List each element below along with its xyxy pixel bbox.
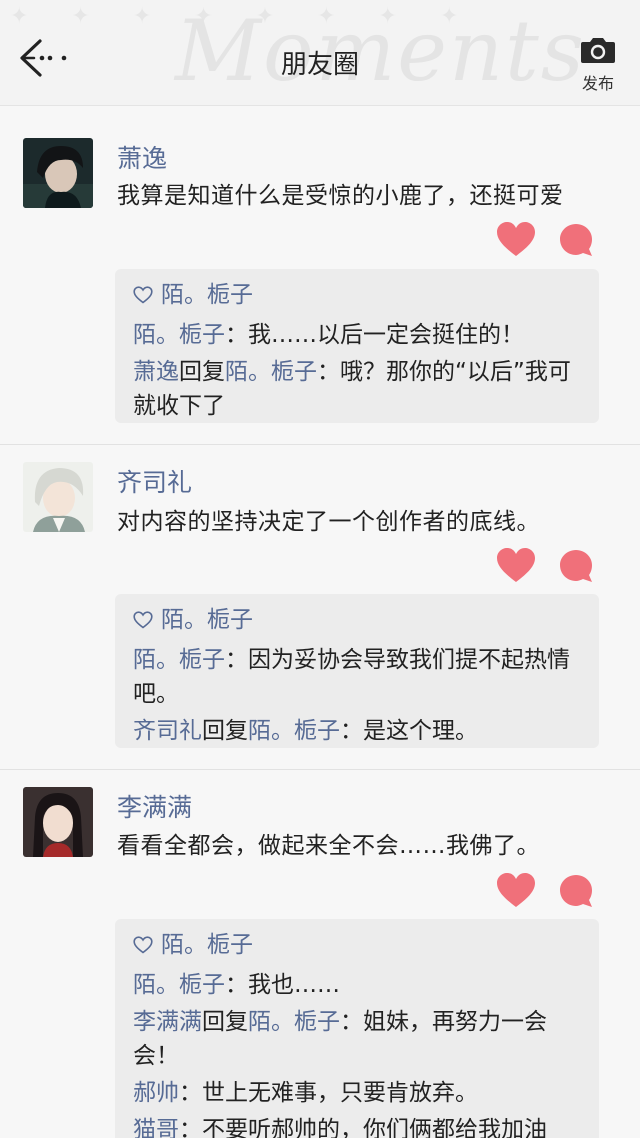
comment-item[interactable]: 萧逸回复陌。栀子：哦？那你的“以后”我可就收下了 (133, 355, 581, 423)
post-actions (496, 548, 606, 588)
comment-author[interactable]: 陌。栀子 (133, 322, 225, 348)
comment-item[interactable]: 陌。栀子：我也…… (133, 968, 581, 1002)
reply-word: 回复 (179, 359, 225, 385)
avatar[interactable] (23, 462, 93, 532)
post-content: 对内容的坚持决定了一个创作者的底线。 (117, 509, 540, 535)
comment-author[interactable]: 齐司礼 (133, 718, 202, 744)
comment-section: 陌。栀子 陌。栀子：我也…… 李满满回复陌。栀子：姐妹，再努力一会会！ 郝帅：世… (115, 919, 599, 1138)
top-bar: ✦ ✦ ✦ ✦ ✦ ✦ ✦ ✦ Moments 朋友圈 发布 (0, 0, 640, 106)
moment-post: 萧逸 我算是知道什么是受惊的小鹿了，还挺可爱 陌。栀子 陌。栀子：我……以后一定… (0, 107, 640, 445)
like-button[interactable] (496, 222, 536, 258)
comment-item[interactable]: 郝帅：世上无难事，只要肯放弃。 (133, 1076, 581, 1110)
post-actions (496, 222, 606, 262)
avatar[interactable] (23, 787, 93, 857)
comment-text: ：世上无难事，只要肯放弃。 (179, 1080, 478, 1106)
comment-item[interactable]: 陌。栀子：我……以后一定会挺住的！ (133, 318, 581, 352)
like-button[interactable] (496, 873, 536, 909)
liker-name[interactable]: 陌。栀子 (161, 932, 253, 958)
comment-author[interactable]: 陌。栀子 (133, 647, 225, 673)
comment-item[interactable]: 猫哥：不要听郝帅的，你们俩都给我加油 (133, 1113, 581, 1138)
likes-row: 陌。栀子 (133, 275, 581, 315)
moment-post: 李满满 看看全都会，做起来全不会……我佛了。 陌。栀子 陌。栀子：我也…… 李满… (0, 771, 640, 1138)
comment-author[interactable]: 萧逸 (133, 359, 179, 385)
comment-button[interactable] (558, 548, 594, 584)
reply-word: 回复 (202, 718, 248, 744)
post-content: 我算是知道什么是受惊的小鹿了，还挺可爱 (117, 183, 564, 209)
reply-target[interactable]: 陌。栀子 (248, 1009, 340, 1035)
comment-author[interactable]: 郝帅 (133, 1080, 179, 1106)
heart-outline-icon (133, 286, 153, 304)
liker-name[interactable]: 陌。栀子 (161, 607, 253, 633)
reply-word: 回复 (202, 1009, 248, 1035)
heart-outline-icon (133, 611, 153, 629)
comment-button[interactable] (558, 873, 594, 909)
reply-target[interactable]: 陌。栀子 (225, 359, 317, 385)
comment-text: ：是这个理。 (340, 718, 478, 744)
post-actions (496, 873, 606, 913)
camera-icon (581, 38, 615, 63)
post-author[interactable]: 李满满 (117, 788, 192, 824)
page-title: 朋友圈 (280, 50, 359, 80)
post-author[interactable]: 萧逸 (117, 139, 167, 175)
like-button[interactable] (496, 548, 536, 584)
comment-button[interactable] (558, 222, 594, 258)
comment-text: ：我……以后一定会挺住的！ (225, 322, 524, 348)
comment-section: 陌。栀子 陌。栀子：因为妥协会导致我们提不起热情吧。 齐司礼回复陌。栀子：是这个… (115, 594, 599, 748)
avatar-image-limanman (23, 787, 93, 857)
comment-item[interactable]: 齐司礼回复陌。栀子：是这个理。 (133, 714, 581, 748)
avatar-image-xiaoyi (23, 138, 93, 208)
avatar[interactable] (23, 138, 93, 208)
comment-item[interactable]: 李满满回复陌。栀子：姐妹，再努力一会会！ (133, 1005, 581, 1073)
comment-text: ：不要听郝帅的，你们俩都给我加油 (179, 1117, 547, 1138)
post-content: 看看全都会，做起来全不会……我佛了。 (117, 833, 540, 859)
comment-item[interactable]: 陌。栀子：因为妥协会导致我们提不起热情吧。 (133, 643, 581, 711)
likes-row: 陌。栀子 (133, 925, 581, 965)
comment-section: 陌。栀子 陌。栀子：我……以后一定会挺住的！ 萧逸回复陌。栀子：哦？那你的“以后… (115, 269, 599, 423)
reply-target[interactable]: 陌。栀子 (248, 718, 340, 744)
post-author[interactable]: 齐司礼 (117, 463, 192, 499)
moment-post: 齐司礼 对内容的坚持决定了一个创作者的底线。 陌。栀子 陌。栀子：因为妥协会导致… (0, 446, 640, 770)
comment-author[interactable]: 李满满 (133, 1009, 202, 1035)
publish-label: 发布 (581, 74, 614, 93)
liker-name[interactable]: 陌。栀子 (161, 282, 253, 308)
publish-button[interactable]: 发布 (576, 36, 620, 94)
heart-outline-icon (133, 936, 153, 954)
avatar-image-qisili (23, 462, 93, 532)
comment-text: ：我也…… (225, 972, 340, 998)
likes-row: 陌。栀子 (133, 600, 581, 640)
comment-author[interactable]: 猫哥 (133, 1117, 179, 1138)
comment-author[interactable]: 陌。栀子 (133, 972, 225, 998)
